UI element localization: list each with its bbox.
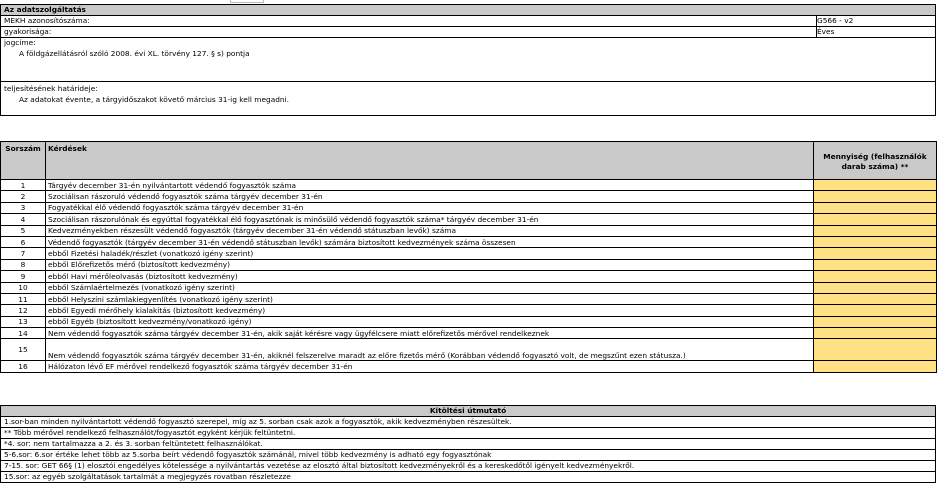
row-question: Kedvezményekben részesült védendő fogyas… xyxy=(45,224,814,237)
row-number: 1 xyxy=(0,178,46,192)
row-number: 9 xyxy=(0,270,46,283)
table-row: 14 Nem védendő fogyasztók száma tárgyév d… xyxy=(0,327,937,340)
instruction-line: *4. sor: nem tartalmazza a 2. és 3. sorb… xyxy=(1,439,935,450)
quantity-input-cell[interactable] xyxy=(813,178,937,192)
quantity-input-cell[interactable] xyxy=(813,338,937,362)
col-header-number: Sorszám xyxy=(0,141,46,180)
row-question: ebből Egyéb (biztosított kedvezmény/vona… xyxy=(45,315,814,329)
table-row: 13 ebből Egyéb (biztosított kedvezmény/vo… xyxy=(0,315,937,329)
quantity-input-cell[interactable] xyxy=(813,235,937,249)
questions-table-body: 1 Tárgyév december 31-én nyilvántartott v… xyxy=(0,178,937,373)
quantity-input-cell[interactable] xyxy=(813,190,937,203)
table-row: 7 ebből Fizetési haladék/részlet (vonatko… xyxy=(0,247,937,260)
row-question: Nem védendő fogyasztók száma tárgyév dec… xyxy=(45,327,814,340)
table-row: 1 Tárgyév december 31-én nyilvántartott v… xyxy=(0,178,937,192)
mekh-id-label: MEKH azonosítószáma: xyxy=(1,15,817,26)
table-row: 6 Védendő fogyasztók (tárgyév december 31… xyxy=(0,235,937,249)
row-question: Védendő fogyasztók (tárgyév december 31-… xyxy=(45,235,814,249)
row-question: ebből Egyedi mérőhely kialakítás (biztos… xyxy=(45,304,814,317)
row-number: 14 xyxy=(0,327,46,340)
quantity-input-cell[interactable] xyxy=(813,327,937,340)
instructions-title: Kitöltési útmutató xyxy=(1,406,935,417)
row-question: ebből Helyszíni számlakiegyenlítés (vona… xyxy=(45,292,814,306)
row-number: 4 xyxy=(0,213,46,226)
legal-basis-text: A földgázellátásról szóló 2008. évi XL. … xyxy=(19,49,250,58)
deadline-label: teljesítésének határideje: xyxy=(4,84,98,93)
quantity-input-cell[interactable] xyxy=(813,304,937,317)
row-question: Szociálisan rászorulónak és egyúttal fog… xyxy=(45,213,814,226)
mekh-id-value[interactable]: G566 - v2 xyxy=(814,15,935,26)
row-question: ebből Előrefizetős mérő (biztosított ked… xyxy=(45,258,814,272)
instruction-line: 7-15. sor: GET 66§ (1) elosztói engedély… xyxy=(1,461,935,472)
table-row: 15 Nem védendő fogyasztók száma tárgyév d… xyxy=(0,338,937,362)
deadline-text: Az adatokat évente, a tárgyidőszakot köv… xyxy=(19,95,290,104)
row-number: 5 xyxy=(0,224,46,237)
instruction-line: 15.sor: az egyéb szolgáltatások tartalmá… xyxy=(4,472,291,481)
table-row: 4 Szociálisan rászorulónak és egyúttal fo… xyxy=(0,213,937,226)
legal-basis-label: jogcíme: xyxy=(4,38,36,47)
row-number: 3 xyxy=(0,201,46,215)
questions-table: Sorszám Kérdések Mennyiség (felhasználók… xyxy=(0,141,937,373)
row-question: Nem védendő fogyasztók száma tárgyév dec… xyxy=(45,338,814,362)
quantity-input-cell[interactable] xyxy=(813,224,937,237)
table-row: 16 Hálózaton lévő EF mérővel rendelkező f… xyxy=(0,360,937,373)
row-number: 6 xyxy=(0,235,46,249)
data-service-info-block: Az adatszolgáltatás MEKH azonosítószáma:… xyxy=(0,4,936,116)
table-row: 9 ebből Havi mérőleolvasás (biztosított k… xyxy=(0,270,937,283)
row-number: 8 xyxy=(0,258,46,272)
table-row: 11 ebből Helyszíni számlakiegyenlítés (vo… xyxy=(0,292,937,306)
table-row: 3 Fogyatékkal élő védendő fogyasztók szám… xyxy=(0,201,937,215)
table-row: 10 ebből Számlaértelmezés (vonatkozó igén… xyxy=(0,281,937,294)
row-number: 11 xyxy=(0,292,46,306)
quantity-input-cell[interactable] xyxy=(813,281,937,294)
row-number: 10 xyxy=(0,281,46,294)
table-row: 5 Kedvezményekben részesült védendő fogya… xyxy=(0,224,937,237)
instructions-block: Kitöltési útmutató 1.sor-ban minden nyil… xyxy=(0,405,936,483)
instruction-line: 1.sor-ban minden nyilvántartott védendő … xyxy=(1,417,935,428)
row-question: ebből Számlaértelmezés (vonatkozó igény … xyxy=(45,281,814,294)
quantity-input-cell[interactable] xyxy=(813,258,937,272)
quantity-input-cell[interactable] xyxy=(813,315,937,329)
row-number: 2 xyxy=(0,190,46,203)
row-number: 16 xyxy=(0,360,46,373)
col-header-questions: Kérdések xyxy=(45,141,814,180)
row-number: 7 xyxy=(0,247,46,260)
row-number: 12 xyxy=(0,304,46,317)
row-question: ebből Havi mérőleolvasás (biztosított ke… xyxy=(45,270,814,283)
quantity-input-cell[interactable] xyxy=(813,213,937,226)
table-row: 8 ebből Előrefizetős mérő (biztosított ke… xyxy=(0,258,937,272)
frequency-label: gyakorisága: xyxy=(1,26,817,37)
info-row-deadline: teljesítésének határideje: Az adatokat é… xyxy=(1,81,935,117)
col-header-quantity: Mennyiség (felhasználók darab száma) ** xyxy=(813,141,937,180)
quantity-input-cell[interactable] xyxy=(813,360,937,373)
row-question: Hálózaton lévő EF mérővel rendelkező fog… xyxy=(45,360,814,373)
sheet-tab-stub xyxy=(230,0,264,3)
table-header-row: Sorszám Kérdések Mennyiség (felhasználók… xyxy=(0,141,937,180)
instruction-line: 5-6.sor: 6.sor értéke lehet több az 5.so… xyxy=(1,450,935,461)
row-number: 13 xyxy=(0,315,46,329)
quantity-input-cell[interactable] xyxy=(813,270,937,283)
row-question: Szociálisan rászoruló védendő fogyasztók… xyxy=(45,190,814,203)
row-question: ebből Fizetési haladék/részlet (vonatkoz… xyxy=(45,247,814,260)
row-question: Fogyatékkal élő védendő fogyasztók száma… xyxy=(45,201,814,215)
row-question: Tárgyév december 31-én nyilvántartott vé… xyxy=(45,178,814,192)
table-row: 2 Szociálisan rászoruló védendő fogyasztó… xyxy=(0,190,937,203)
quantity-input-cell[interactable] xyxy=(813,247,937,260)
quantity-input-cell[interactable] xyxy=(813,292,937,306)
table-row: 12 ebből Egyedi mérőhely kialakítás (bizt… xyxy=(0,304,937,317)
quantity-input-cell[interactable] xyxy=(813,201,937,215)
row-number: 15 xyxy=(0,338,46,362)
instruction-line: ** Több mérővel rendelkező felhasználót/… xyxy=(1,428,935,439)
info-row-legal-basis: jogcíme: A földgázellátásról szóló 2008.… xyxy=(1,37,935,82)
frequency-value[interactable]: Éves xyxy=(814,26,935,37)
instructions-lines: 1.sor-ban minden nyilvántartott védendő … xyxy=(1,417,935,482)
